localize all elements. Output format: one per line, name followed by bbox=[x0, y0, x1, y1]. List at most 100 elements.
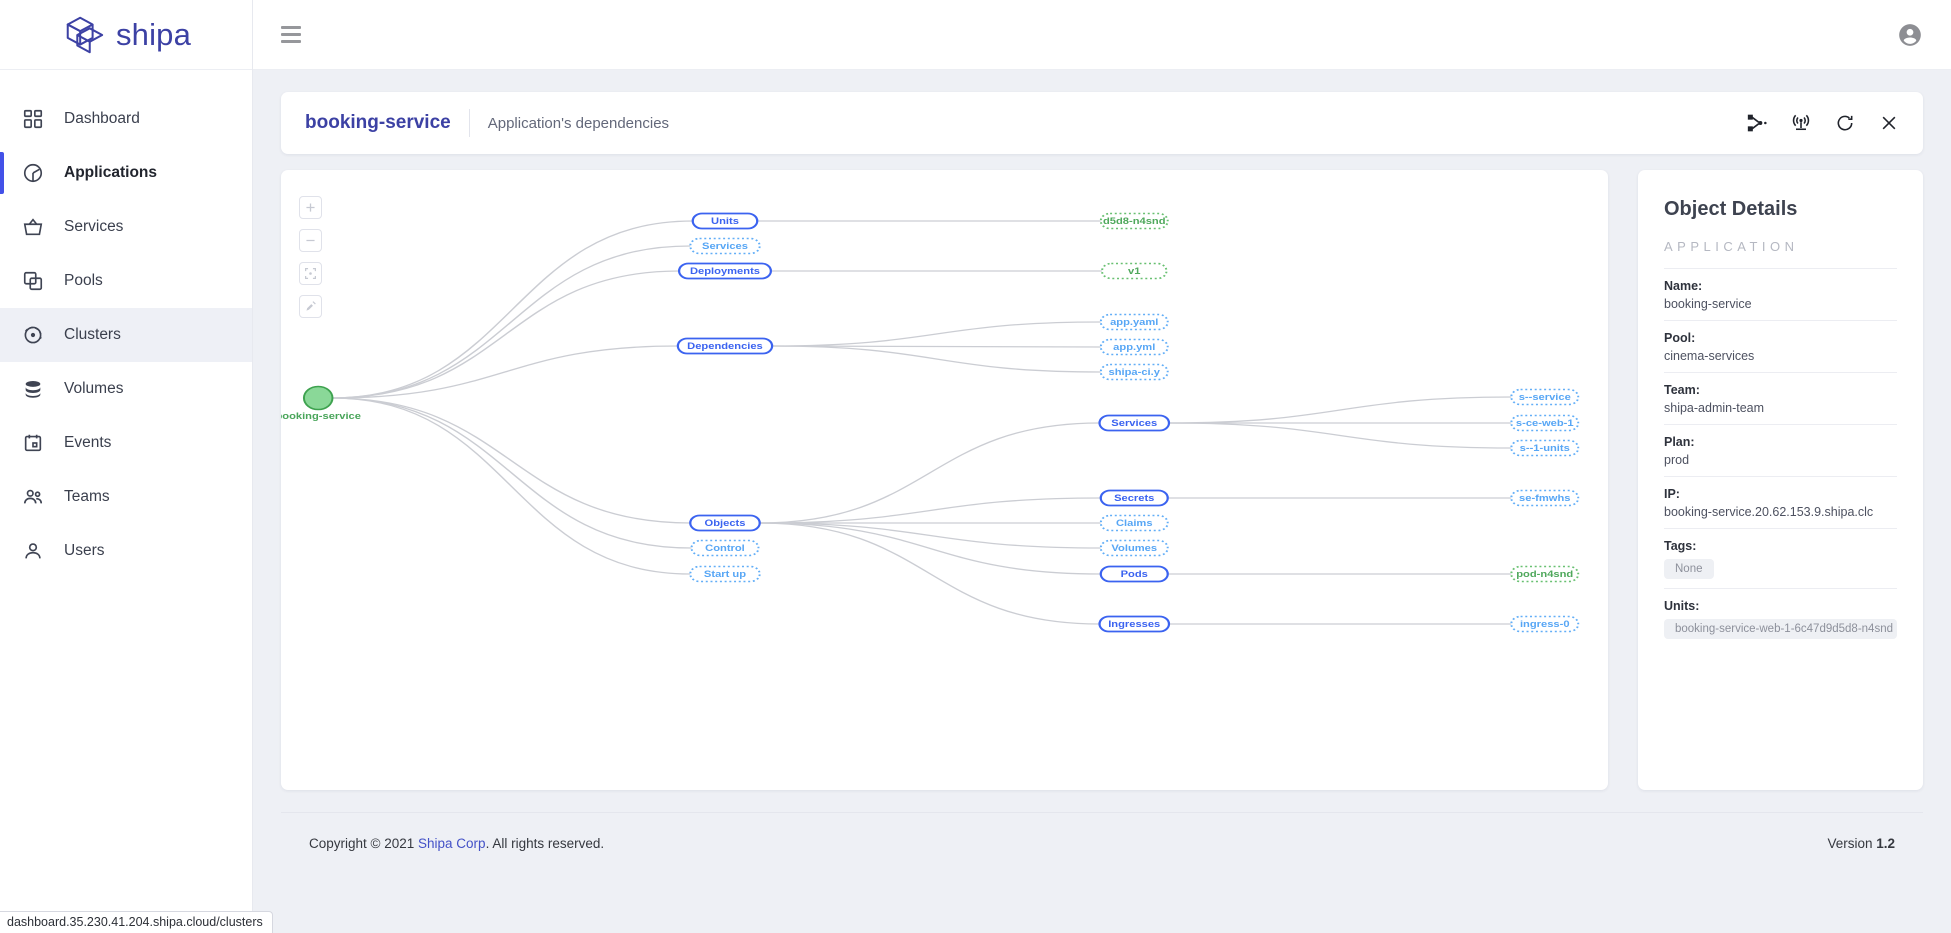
graph-node-appyaml[interactable]: app.yaml bbox=[1101, 315, 1168, 330]
object-details-fields: Name:booking-servicePool:cinema-services… bbox=[1664, 269, 1897, 653]
panel-header-left: booking-service Application's dependenci… bbox=[305, 109, 669, 137]
node-label: Claims bbox=[1116, 519, 1153, 529]
graph-node-pod_n4snd[interactable]: pod-n4snd bbox=[1511, 567, 1578, 582]
app-root: shipa Dashboard Applications bbox=[0, 0, 1951, 933]
detail-field: IP:booking-service.20.62.153.9.shipa.clc bbox=[1664, 477, 1897, 529]
sidebar-item-services[interactable]: Services bbox=[0, 200, 252, 254]
users-person-icon bbox=[22, 540, 44, 562]
graph-node-se_fmwhs[interactable]: se-fmwhs bbox=[1511, 491, 1578, 506]
graph-node-s_service[interactable]: s--service bbox=[1511, 390, 1578, 405]
object-details-kind: APPLICATION bbox=[1664, 239, 1897, 269]
brand-logo[interactable]: shipa bbox=[61, 13, 191, 57]
root-node-label: booking-service bbox=[281, 412, 361, 422]
graph-node-units[interactable]: Units bbox=[693, 214, 757, 229]
version-number: 1.2 bbox=[1876, 836, 1895, 851]
page-title: booking-service bbox=[305, 112, 451, 134]
broadcast-icon[interactable] bbox=[1791, 113, 1811, 133]
node-label: ingress-0 bbox=[1520, 620, 1570, 630]
graph-edge bbox=[760, 523, 1101, 574]
sidebar-item-events[interactable]: Events bbox=[0, 416, 252, 470]
detail-field: Plan:prod bbox=[1664, 425, 1897, 477]
detail-value: cinema-services bbox=[1664, 349, 1897, 363]
node-label: app.yaml bbox=[1110, 318, 1159, 328]
node-label: d5d8-n4snd bbox=[1103, 217, 1166, 227]
node-label: Volumes bbox=[1111, 544, 1157, 554]
graph-node-shipaci[interactable]: shipa-ci.y bbox=[1101, 365, 1168, 380]
zoom-out-button[interactable] bbox=[299, 229, 322, 252]
detail-value: booking-service bbox=[1664, 297, 1897, 311]
graph-node-ingresses[interactable]: Ingresses bbox=[1100, 617, 1169, 632]
refresh-icon[interactable] bbox=[1835, 113, 1855, 133]
graph-node-v1[interactable]: v1 bbox=[1102, 264, 1166, 279]
account-circle-icon[interactable] bbox=[1897, 22, 1923, 48]
sidebar-item-pools[interactable]: Pools bbox=[0, 254, 252, 308]
brand-name: shipa bbox=[116, 17, 191, 53]
shipa-corp-link[interactable]: Shipa Corp bbox=[418, 836, 486, 851]
graph-node-startup[interactable]: Start up bbox=[690, 567, 759, 582]
teams-people-icon bbox=[22, 486, 44, 508]
dashboard-grid-icon bbox=[22, 108, 44, 130]
panel-header: booking-service Application's dependenci… bbox=[281, 92, 1923, 154]
node-label: s-ce-web-1 bbox=[1516, 419, 1574, 429]
graph-edge bbox=[760, 523, 1100, 624]
graph-edge bbox=[1169, 397, 1511, 423]
graph-node-s_ce_web_1[interactable]: s-ce-web-1 bbox=[1511, 416, 1578, 431]
detail-key: IP: bbox=[1664, 487, 1897, 501]
pools-copy-icon bbox=[22, 270, 44, 292]
share-graph-icon[interactable] bbox=[1747, 113, 1767, 133]
detail-field: Tags:None bbox=[1664, 529, 1897, 589]
version-label: Version bbox=[1827, 836, 1876, 851]
graph-node-services_l2[interactable]: Services bbox=[1100, 416, 1169, 431]
graph-edge bbox=[332, 246, 690, 398]
node-label: pod-n4snd bbox=[1516, 570, 1573, 580]
close-icon[interactable] bbox=[1879, 113, 1899, 133]
node-label: Objects bbox=[705, 519, 746, 529]
detail-key: Plan: bbox=[1664, 435, 1897, 449]
sidebar-item-volumes[interactable]: Volumes bbox=[0, 362, 252, 416]
fit-to-screen-button[interactable] bbox=[299, 262, 322, 285]
graph-canvas[interactable]: booking-service Units Services Deployments D… bbox=[281, 170, 1608, 790]
dependency-graph[interactable]: booking-service Units Services Deployments D… bbox=[281, 170, 1608, 790]
graph-node-claims[interactable]: Claims bbox=[1101, 516, 1168, 531]
graph-edge bbox=[332, 346, 678, 398]
detail-key: Units: bbox=[1664, 599, 1897, 613]
sidebar-item-teams[interactable]: Teams bbox=[0, 470, 252, 524]
clear-broom-button[interactable] bbox=[299, 295, 322, 318]
content-area: booking-service Application's dependenci… bbox=[253, 70, 1951, 933]
graph-node-ingress0[interactable]: ingress-0 bbox=[1511, 617, 1578, 632]
sidebar-item-label: Teams bbox=[64, 488, 110, 506]
copyright-post: . All rights reserved. bbox=[486, 836, 605, 851]
graph-node-dependencies[interactable]: Dependencies bbox=[678, 339, 772, 354]
graph-edge bbox=[332, 398, 690, 523]
graph-edge bbox=[332, 221, 693, 398]
graph-node-deployments[interactable]: Deployments bbox=[679, 264, 771, 279]
sidebar-item-users[interactable]: Users bbox=[0, 524, 252, 578]
shipa-cube-logo-icon bbox=[61, 13, 107, 57]
graph-node-control[interactable]: Control bbox=[692, 541, 759, 556]
zoom-in-button[interactable] bbox=[299, 196, 322, 219]
graph-node-d5d8[interactable]: d5d8-n4snd bbox=[1101, 214, 1168, 229]
copyright-text: Copyright © 2021 Shipa Corp. All rights … bbox=[309, 836, 604, 851]
node-label: se-fmwhs bbox=[1519, 494, 1571, 504]
node-label: Start up bbox=[704, 570, 746, 580]
graph-node-pods[interactable]: Pods bbox=[1101, 567, 1168, 582]
sidebar-item-label: Users bbox=[64, 542, 104, 560]
graph-node-volumes[interactable]: Volumes bbox=[1101, 541, 1168, 556]
graph-node-root[interactable]: booking-service bbox=[281, 387, 361, 422]
graph-node-services_l1[interactable]: Services bbox=[690, 239, 759, 254]
node-label: Services bbox=[1111, 419, 1157, 429]
graph-node-objects[interactable]: Objects bbox=[690, 516, 759, 531]
node-label: app.yml bbox=[1113, 343, 1155, 353]
detail-value: shipa-admin-team bbox=[1664, 401, 1897, 415]
hamburger-menu-icon[interactable] bbox=[281, 26, 301, 43]
graph-node-s_1_units[interactable]: s--1-units bbox=[1511, 441, 1578, 456]
sidebar-item-applications[interactable]: Applications bbox=[0, 146, 252, 200]
sidebar-item-dashboard[interactable]: Dashboard bbox=[0, 92, 252, 146]
sidebar-item-clusters[interactable]: Clusters bbox=[0, 308, 252, 362]
graph-node-appyml[interactable]: app.yml bbox=[1101, 340, 1168, 355]
graph-toolbar bbox=[299, 196, 322, 318]
graph-node-secrets[interactable]: Secrets bbox=[1101, 491, 1168, 506]
sidebar-item-label: Applications bbox=[64, 164, 157, 182]
node-label: Units bbox=[711, 217, 739, 227]
footer: Copyright © 2021 Shipa Corp. All rights … bbox=[281, 812, 1923, 874]
